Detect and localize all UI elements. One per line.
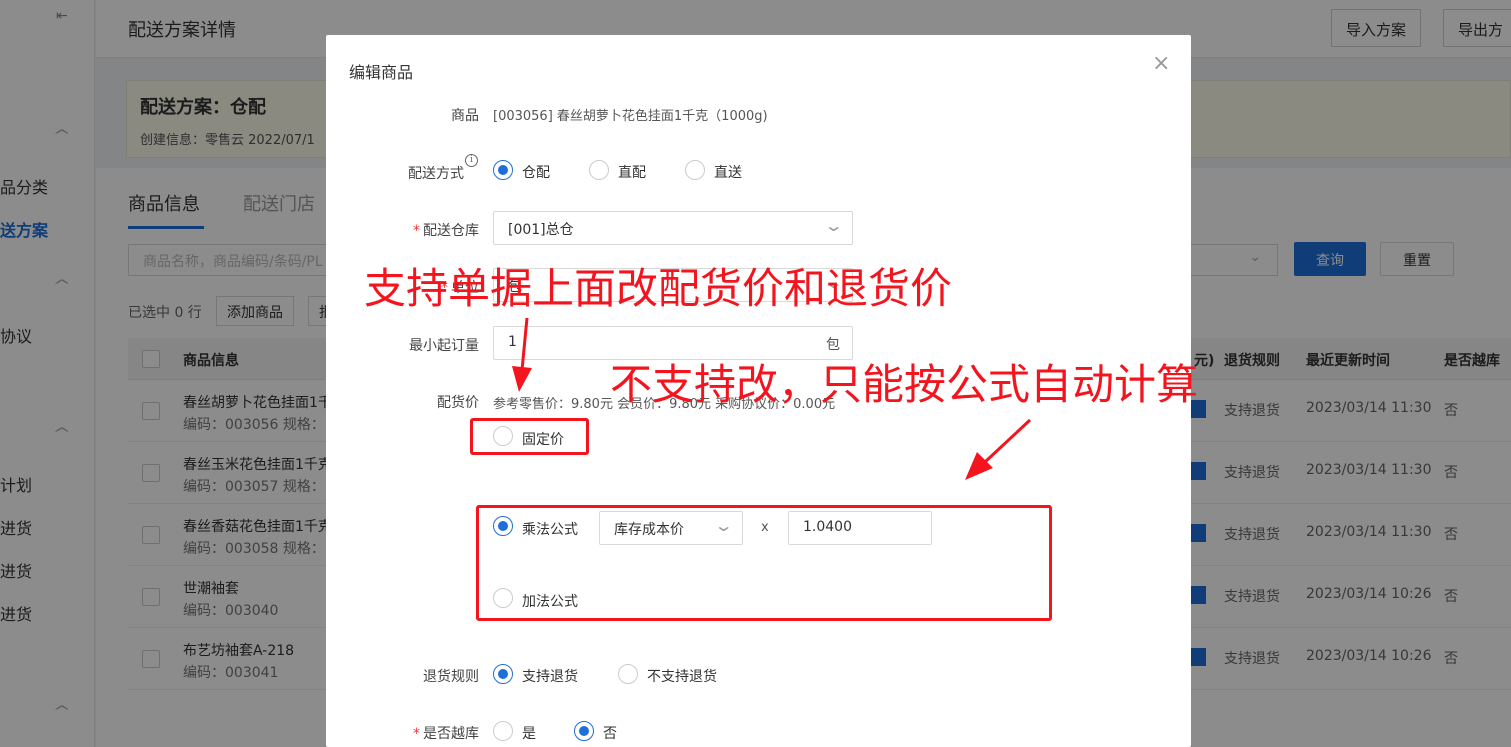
arrow-line-right xyxy=(983,418,1032,464)
arrow-line-top xyxy=(520,317,529,371)
arrowhead-top xyxy=(512,366,532,392)
arrowhead-right xyxy=(965,452,993,480)
annotation-arrows xyxy=(512,317,1032,480)
